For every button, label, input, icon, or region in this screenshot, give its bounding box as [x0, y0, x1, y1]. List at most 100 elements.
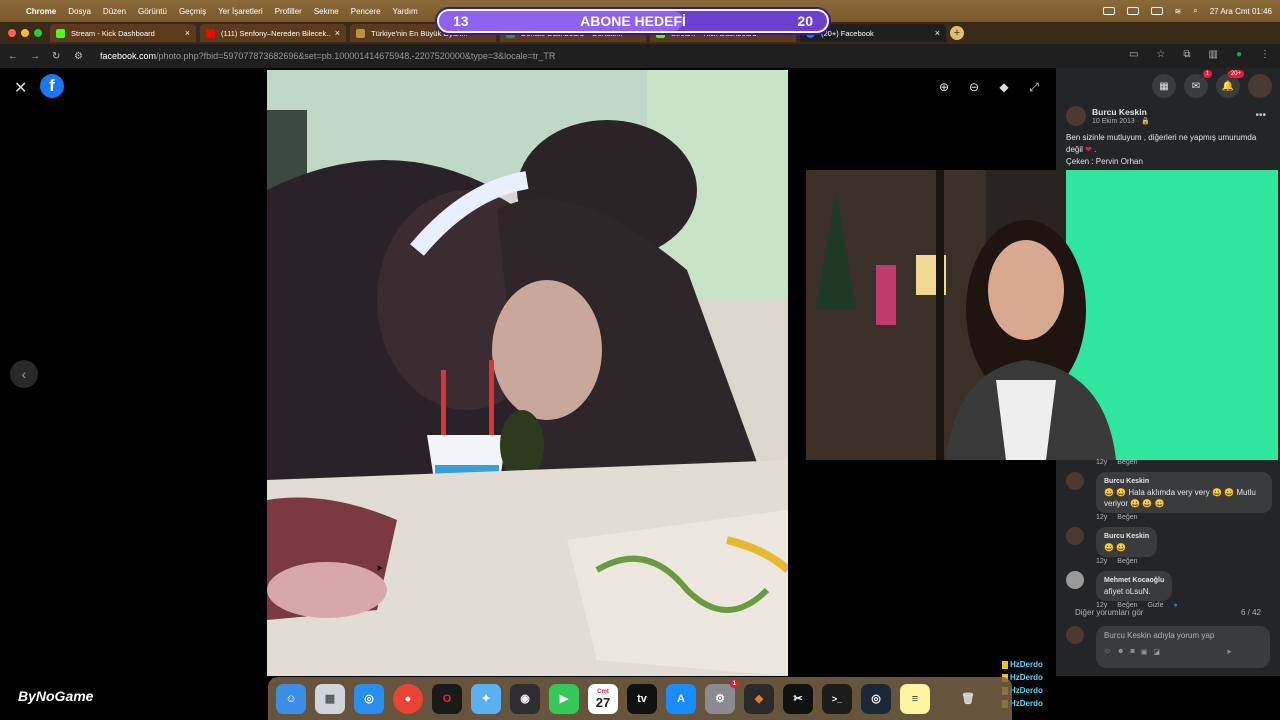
capcut-icon[interactable]: ✂ — [783, 683, 813, 714]
menu-grid-icon[interactable]: ▦ — [1152, 74, 1176, 98]
tab-title: Stream - Kick Dashboard — [71, 28, 155, 38]
system-settings-icon[interactable]: ⚙ 1 — [705, 679, 739, 714]
chrome-icon[interactable]: ● — [393, 683, 423, 714]
forward-icon[interactable]: → — [30, 51, 44, 62]
heart-icon: ❤ — [1085, 145, 1092, 154]
comment-meta: 12y Beğen — [1096, 459, 1272, 466]
menu-item-dosya[interactable]: Dosya — [68, 7, 91, 16]
tab-youtube[interactable]: (111) Senfony–Nereden Bilecek... × — [200, 24, 346, 42]
screen-record-icon[interactable] — [1102, 7, 1115, 15]
site-info-icon[interactable]: ⚙ — [74, 51, 88, 62]
fl-studio-icon[interactable]: ◆ — [744, 683, 774, 714]
url-field[interactable]: facebook.com/photo.php?fbid=597077873682… — [100, 51, 555, 61]
tab-close-icon[interactable]: × — [935, 28, 940, 38]
close-icon[interactable]: ✕ — [14, 78, 27, 98]
trash-icon[interactable]: 🗑 — [953, 684, 983, 714]
commenter-avatar[interactable] — [1066, 571, 1084, 589]
comment-input[interactable]: Burcu Keskin adıyla yorum yap ☺ ☻ ◙ ▣ ◪ … — [1096, 626, 1270, 668]
chat-row: HzDerdo — [1002, 684, 1080, 697]
notifications-icon[interactable]: 🔔 20+ — [1216, 70, 1244, 98]
profile-icon[interactable]: ● — [1236, 49, 1242, 60]
commenter-name[interactable]: Mehmet Kocaoğlu — [1104, 575, 1164, 586]
menu-item-yer-isaretleri[interactable]: Yer İşaretleri — [218, 7, 263, 16]
notes-icon[interactable]: ≡ — [900, 683, 930, 714]
comment-item: Burcu Keskin 😀 😀 Hala aklımda very very … — [1066, 472, 1272, 513]
tab-close-icon[interactable]: × — [185, 28, 190, 38]
menu-item-profiller[interactable]: Profiller — [275, 7, 302, 16]
cast-icon[interactable]: ▭ — [1129, 49, 1138, 60]
post-date[interactable]: 10 Ekim 2013 · 🔒 — [1092, 117, 1150, 125]
play-icon[interactable] — [1126, 7, 1139, 15]
steam-icon[interactable]: ◎ — [861, 683, 891, 714]
camera-icon[interactable]: ◙ — [1131, 648, 1135, 656]
like-link[interactable]: Beğen — [1117, 459, 1137, 466]
author-name[interactable]: Burcu Keskin — [1092, 107, 1150, 117]
site-icon — [356, 28, 365, 38]
calendar-icon[interactable]: Cmt 27 — [588, 683, 618, 714]
chat-row: HzDerdo — [1002, 671, 1080, 684]
previous-photo-button[interactable]: ‹ — [10, 360, 38, 388]
tab-kick-dashboard[interactable]: Stream - Kick Dashboard × — [50, 24, 196, 42]
app-store-icon[interactable]: A — [666, 683, 696, 714]
zoom-window-icon[interactable] — [34, 29, 42, 37]
commenter-name[interactable]: Burcu Keskin — [1104, 476, 1264, 487]
menu-item-pencere[interactable]: Pencere — [351, 7, 381, 16]
gif-icon[interactable]: ▣ — [1141, 648, 1148, 656]
zoom-in-icon[interactable]: ⊕ — [936, 80, 952, 95]
view-more-comments-link[interactable]: Diğer yorumları gör — [1075, 608, 1143, 617]
commenter-avatar[interactable] — [1066, 472, 1084, 490]
facetime-icon[interactable]: ▶ — [549, 683, 579, 714]
testflight-icon[interactable]: ✦ — [471, 683, 501, 714]
like-link[interactable]: Beğen — [1117, 514, 1137, 521]
tab-close-icon[interactable]: × — [335, 28, 340, 38]
like-link[interactable]: Beğen — [1117, 558, 1137, 565]
avatar-sticker-icon[interactable]: ☺ — [1104, 648, 1111, 656]
menu-item-yardim[interactable]: Yardım — [393, 7, 418, 16]
menu-item-duzen[interactable]: Düzen — [103, 7, 126, 16]
sticker-icon[interactable]: ◪ — [1153, 648, 1160, 656]
chat-username: HzDerdo — [1010, 673, 1043, 682]
badge-icon — [1002, 660, 1008, 669]
terminal-icon[interactable]: >_ — [822, 683, 852, 714]
menu-item-gecmis[interactable]: Geçmiş — [179, 7, 206, 16]
comment-bubble: Burcu Keskin 😀 😀 — [1096, 527, 1158, 557]
apple-tv-icon[interactable]: tv — [627, 683, 657, 714]
sidepanel-icon[interactable]: ▥ — [1209, 49, 1218, 60]
launchpad-icon[interactable]: ▦ — [315, 683, 345, 714]
search-icon[interactable]: ⌕ — [1193, 6, 1197, 16]
minimize-window-icon[interactable] — [21, 29, 29, 37]
emoji-icon[interactable]: ☻ — [1117, 648, 1124, 656]
author-avatar[interactable] — [1066, 106, 1086, 126]
post-options-icon[interactable]: ••• — [1255, 110, 1266, 121]
obs-icon[interactable]: ◉ — [510, 683, 540, 714]
profile-avatar[interactable] — [1248, 74, 1272, 98]
fullscreen-icon[interactable]: ⤢ — [1026, 80, 1042, 95]
commenter-name[interactable]: Burcu Keskin — [1104, 531, 1149, 542]
reload-icon[interactable]: ↻ — [52, 51, 66, 62]
facebook-logo[interactable]: f — [40, 74, 64, 98]
new-tab-button[interactable]: + — [950, 26, 964, 40]
comment-item: Mehmet Kocaoğlu afiyet oLsuN. — [1066, 571, 1272, 601]
battery-icon[interactable] — [1150, 7, 1163, 15]
menu-item-sekme[interactable]: Sekme — [314, 7, 339, 16]
send-icon[interactable]: ➤ — [1226, 648, 1232, 656]
opera-icon[interactable]: O — [432, 683, 462, 714]
finder-icon[interactable]: ☺ — [276, 683, 306, 714]
back-icon[interactable]: ← — [8, 51, 22, 62]
safari-icon[interactable]: ◎ — [354, 683, 384, 714]
bookmark-star-icon[interactable]: ☆ — [1156, 49, 1165, 60]
menu-app-name[interactable]: Chrome — [26, 7, 56, 16]
extensions-icon[interactable]: ⧉ — [1183, 49, 1190, 60]
clock[interactable]: 27 Ara Cmt 01:46 — [1210, 7, 1272, 16]
commenter-avatar[interactable] — [1066, 527, 1084, 545]
zoom-out-icon[interactable]: ⊖ — [966, 80, 982, 95]
chrome-menu-icon[interactable]: ⋮ — [1260, 49, 1270, 60]
close-window-icon[interactable] — [8, 29, 16, 37]
subscriber-goal-bar: 13 ABONE HEDEFİ 20 — [437, 9, 829, 33]
messenger-icon[interactable]: ✉ 1 — [1184, 70, 1212, 98]
wifi-icon[interactable]: ≋ — [1175, 7, 1182, 16]
caption-line-1: Ben sizinle mutluyum , diğerleri ne yapm… — [1066, 133, 1257, 154]
settings-badge: 1 — [729, 679, 739, 688]
tag-icon[interactable]: ◆ — [996, 80, 1012, 95]
menu-item-goruntu[interactable]: Görüntü — [138, 7, 167, 16]
